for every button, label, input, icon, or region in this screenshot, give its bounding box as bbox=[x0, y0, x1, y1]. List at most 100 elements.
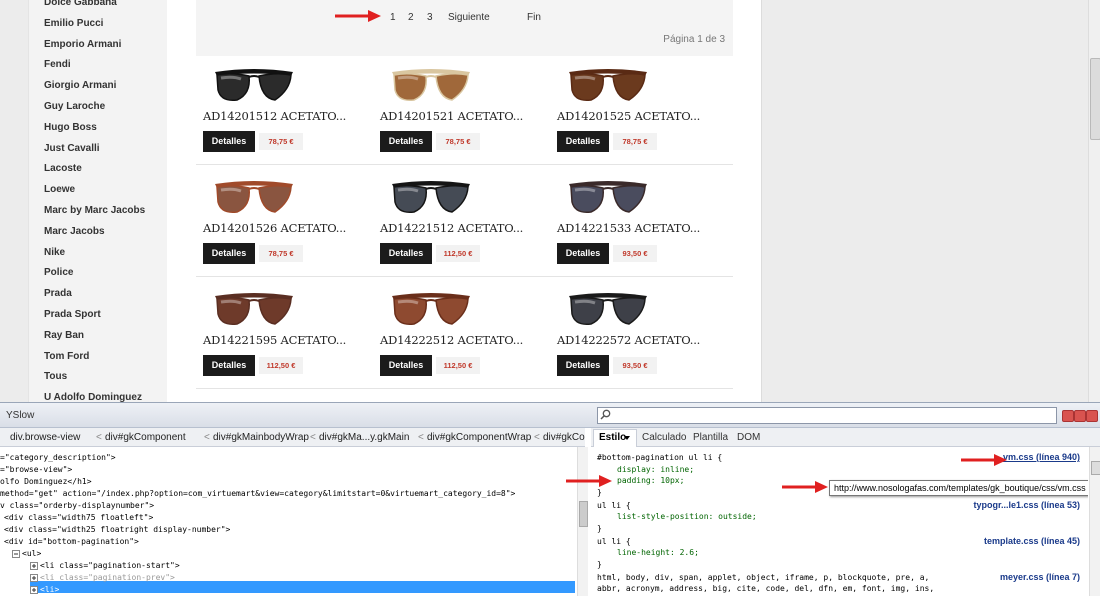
product-name[interactable]: AD14221512 ACETATO... bbox=[380, 221, 523, 235]
page-link-3[interactable]: 3 bbox=[427, 12, 433, 23]
panel-title[interactable]: YSlow bbox=[6, 410, 34, 421]
html-node[interactable]: olfo Dominguez</h1> bbox=[0, 477, 92, 486]
details-button[interactable]: Detalles bbox=[557, 355, 609, 376]
product-name[interactable]: AD14201512 ACETATO... bbox=[203, 109, 346, 123]
product-card[interactable]: AD14221595 ACETATO... Detalles 112,50 € bbox=[203, 288, 353, 376]
tab-estilo[interactable]: Estilo bbox=[599, 432, 626, 443]
brand-link[interactable]: Hugo Boss bbox=[44, 122, 97, 133]
html-node[interactable]: <div id="bottom-pagination"> bbox=[4, 537, 139, 546]
brand-link[interactable]: Nike bbox=[44, 247, 65, 258]
devtools-search-input[interactable] bbox=[597, 407, 1057, 424]
brand-link[interactable]: Dolce Gabbana bbox=[44, 0, 117, 8]
page-link-1[interactable]: 1 bbox=[390, 12, 396, 23]
sunglasses-image[interactable] bbox=[211, 288, 297, 330]
breadcrumb-item[interactable]: div.browse-view bbox=[10, 432, 80, 443]
css-source-link[interactable]: vm.css (línea 940) bbox=[1003, 452, 1080, 462]
brand-link[interactable]: Emporio Armani bbox=[44, 39, 121, 50]
product-name[interactable]: AD14201525 ACETATO... bbox=[557, 109, 700, 123]
expand-icon[interactable] bbox=[30, 586, 38, 594]
breadcrumb-item[interactable]: div#gkMa...y.gkMain bbox=[319, 432, 409, 443]
breadcrumb-item[interactable]: div#gkCo...y.gkM bbox=[543, 432, 585, 443]
product-name[interactable]: AD14222572 ACETATO... bbox=[557, 333, 700, 347]
html-node[interactable]: ="browse-view"> bbox=[0, 465, 72, 474]
product-name[interactable]: AD14222512 ACETATO... bbox=[380, 333, 523, 347]
scrollbar-thumb[interactable] bbox=[579, 501, 588, 527]
scrollbar-thumb[interactable] bbox=[1090, 58, 1100, 140]
close-icon[interactable] bbox=[1086, 410, 1098, 422]
details-button[interactable]: Detalles bbox=[380, 131, 432, 152]
details-button[interactable]: Detalles bbox=[203, 131, 255, 152]
sunglasses-image[interactable] bbox=[565, 288, 651, 330]
css-source-link[interactable]: meyer.css (línea 7) bbox=[1000, 572, 1080, 582]
css-property[interactable]: list-style-position: outside; bbox=[617, 512, 757, 521]
tab-calculado[interactable]: Calculado bbox=[642, 432, 686, 443]
brand-link[interactable]: Police bbox=[44, 267, 73, 278]
tab-plantilla[interactable]: Plantilla bbox=[693, 432, 728, 443]
brand-link[interactable]: Tom Ford bbox=[44, 351, 89, 362]
html-node[interactable]: <li> bbox=[40, 585, 59, 594]
maximize-icon[interactable] bbox=[1074, 410, 1086, 422]
product-card[interactable]: AD14201512 ACETATO... Detalles 78,75 € bbox=[203, 64, 353, 152]
product-card[interactable]: AD14201526 ACETATO... Detalles 78,75 € bbox=[203, 176, 353, 264]
css-source-link[interactable]: typogr...le1.css (línea 53) bbox=[973, 500, 1080, 510]
brand-link[interactable]: Emilio Pucci bbox=[44, 18, 103, 29]
sunglasses-image[interactable] bbox=[388, 176, 474, 218]
breadcrumb-item[interactable]: div#gkComponentWrap bbox=[427, 432, 531, 443]
brand-link[interactable]: Guy Laroche bbox=[44, 101, 105, 112]
next-page-link[interactable]: Siguiente bbox=[448, 12, 490, 23]
product-card[interactable]: AD14222572 ACETATO... Detalles 93,50 € bbox=[557, 288, 707, 376]
html-node[interactable]: <div class="width75 floatleft"> bbox=[4, 513, 153, 522]
css-selector[interactable]: #bottom-pagination ul li { bbox=[597, 453, 722, 462]
sunglasses-image[interactable] bbox=[388, 64, 474, 106]
css-selector[interactable]: html, body, div, span, applet, object, i… bbox=[597, 573, 929, 582]
css-selector[interactable]: ul li { bbox=[597, 501, 631, 510]
product-name[interactable]: AD14221595 ACETATO... bbox=[203, 333, 346, 347]
css-selector[interactable]: ul li { bbox=[597, 537, 631, 546]
expand-icon[interactable] bbox=[30, 562, 38, 570]
scrollbar-thumb[interactable] bbox=[1091, 461, 1100, 475]
css-property[interactable]: padding: 10px; bbox=[617, 476, 684, 485]
html-node[interactable]: <li class="pagination-prev"> bbox=[40, 573, 175, 582]
details-button[interactable]: Detalles bbox=[380, 355, 432, 376]
brand-link[interactable]: U Adolfo Dominguez bbox=[44, 392, 142, 402]
brand-link[interactable]: Prada Sport bbox=[44, 309, 101, 320]
breadcrumb-item[interactable]: div#gkComponent bbox=[105, 432, 186, 443]
collapse-icon[interactable] bbox=[12, 550, 20, 558]
sunglasses-image[interactable] bbox=[565, 64, 651, 106]
brand-link[interactable]: Giorgio Armani bbox=[44, 80, 116, 91]
html-node[interactable]: <div class="width25 floatright display-n… bbox=[4, 525, 230, 534]
last-page-link[interactable]: Fin bbox=[527, 12, 541, 23]
breadcrumb-item[interactable]: div#gkMainbodyWrap bbox=[213, 432, 309, 443]
sunglasses-image[interactable] bbox=[211, 64, 297, 106]
tab-dom[interactable]: DOM bbox=[737, 432, 760, 443]
brand-link[interactable]: Lacoste bbox=[44, 163, 82, 174]
html-node[interactable]: method="get" action="/index.php?option=c… bbox=[0, 489, 515, 498]
css-property[interactable]: abbr, acronym, address, big, cite, code,… bbox=[597, 584, 934, 593]
css-source-link[interactable]: template.css (línea 45) bbox=[984, 536, 1080, 546]
minimize-icon[interactable] bbox=[1062, 410, 1074, 422]
html-pane-scrollbar[interactable] bbox=[577, 447, 588, 596]
sunglasses-image[interactable] bbox=[565, 176, 651, 218]
details-button[interactable]: Detalles bbox=[380, 243, 432, 264]
brand-link[interactable]: Fendi bbox=[44, 59, 71, 70]
sunglasses-image[interactable] bbox=[388, 288, 474, 330]
page-link-2[interactable]: 2 bbox=[408, 12, 414, 23]
css-property[interactable]: line-height: 2.6; bbox=[617, 548, 699, 557]
html-node[interactable]: ="category_description"> bbox=[0, 453, 116, 462]
brand-link[interactable]: Ray Ban bbox=[44, 330, 84, 341]
details-button[interactable]: Detalles bbox=[203, 243, 255, 264]
product-card[interactable]: AD14201525 ACETATO... Detalles 78,75 € bbox=[557, 64, 707, 152]
brand-link[interactable]: Marc by Marc Jacobs bbox=[44, 205, 145, 216]
expand-icon[interactable] bbox=[30, 574, 38, 582]
style-pane-scrollbar[interactable] bbox=[1089, 447, 1100, 596]
html-node[interactable]: <ul> bbox=[22, 549, 41, 558]
brand-link[interactable]: Prada bbox=[44, 288, 72, 299]
page-scrollbar[interactable] bbox=[1088, 0, 1100, 402]
brand-link[interactable]: Tous bbox=[44, 371, 67, 382]
brand-link[interactable]: Just Cavalli bbox=[44, 143, 100, 154]
product-name[interactable]: AD14201526 ACETATO... bbox=[203, 221, 346, 235]
product-card[interactable]: AD14221512 ACETATO... Detalles 112,50 € bbox=[380, 176, 530, 264]
product-card[interactable]: AD14221533 ACETATO... Detalles 93,50 € bbox=[557, 176, 707, 264]
product-name[interactable]: AD14201521 ACETATO... bbox=[380, 109, 523, 123]
details-button[interactable]: Detalles bbox=[557, 243, 609, 264]
